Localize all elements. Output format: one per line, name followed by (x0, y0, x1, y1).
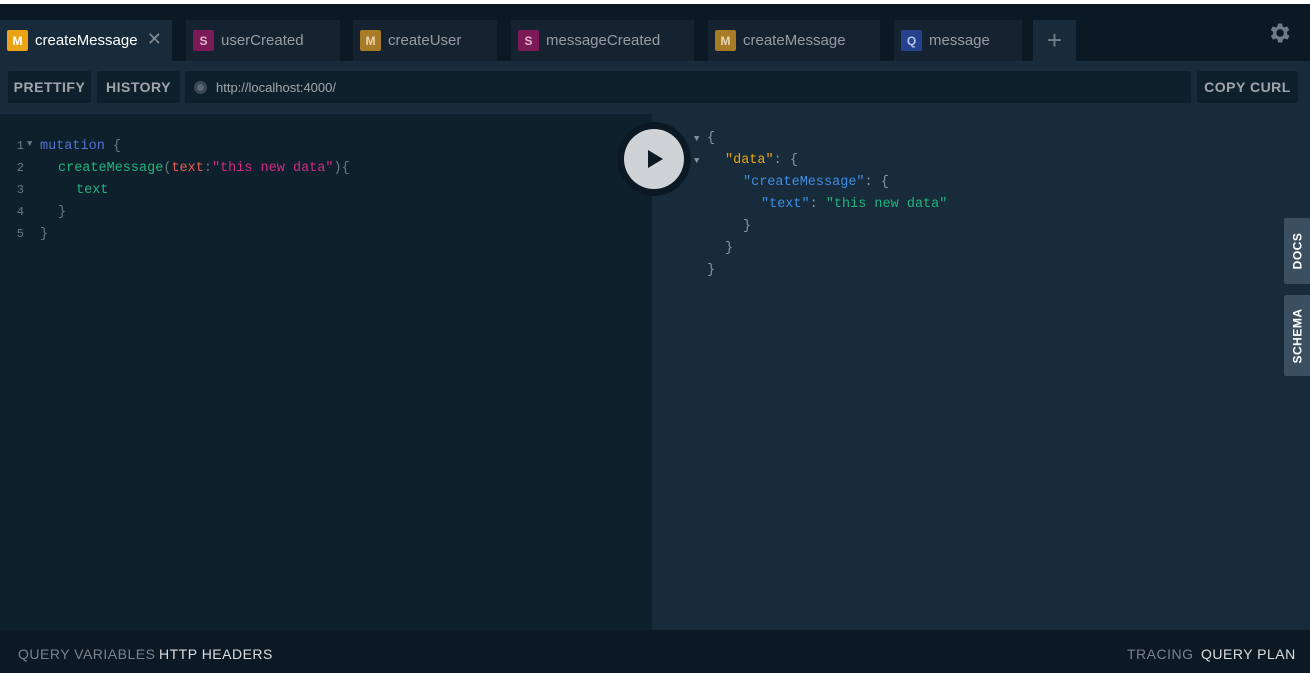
mutation-badge: M (360, 30, 381, 51)
tab-createMessage[interactable]: M createMessage (708, 20, 880, 61)
tab-label: messageCreated (546, 32, 661, 49)
argument-name: text (171, 161, 204, 176)
tab-messageCreated[interactable]: S messageCreated (511, 20, 694, 61)
json-brace: } (743, 219, 752, 234)
prettify-button[interactable]: PRETTIFY (8, 71, 91, 103)
json-brace: { (707, 131, 716, 146)
editor-line: 2 createMessage(text:"this new data"){ (0, 161, 652, 183)
json-key-createMessage: "createMessage" (743, 175, 865, 190)
json-colon: : (809, 197, 818, 212)
line-number: 2 (16, 161, 24, 175)
execute-button[interactable] (624, 129, 684, 189)
play-icon (648, 150, 663, 168)
gear-icon[interactable] (1266, 20, 1292, 46)
json-colon: : (773, 153, 782, 168)
string-value: "this new data" (211, 161, 334, 176)
field-name: text (76, 183, 109, 198)
fold-arrow-icon[interactable]: ▼ (694, 156, 699, 166)
field-name: createMessage (58, 161, 164, 176)
editor-line: 5 } (0, 227, 652, 249)
brace: { (112, 139, 122, 154)
tab-createUser[interactable]: M createUser (353, 20, 497, 61)
json-string-value: "this new data" (825, 197, 948, 212)
editor-line: 4 } (0, 205, 652, 227)
json-brace: } (707, 263, 716, 278)
history-button[interactable]: HISTORY (97, 71, 180, 103)
docs-label: DOCS (1290, 232, 1305, 270)
tab-label: createMessage (743, 32, 846, 49)
fold-arrow-icon[interactable]: ▼ (27, 139, 32, 149)
close-icon[interactable]: ✕ (147, 30, 162, 48)
json-key-text: "text" (761, 197, 810, 212)
json-brace: { (880, 175, 889, 190)
line-number: 1 (16, 139, 24, 153)
query-variables-tab[interactable]: QUERY VARIABLES (18, 646, 155, 662)
query-badge: Q (901, 30, 922, 51)
paren-brace: ){ (333, 161, 350, 176)
mutation-badge: M (7, 30, 28, 51)
tab-label: createMessage (35, 32, 138, 49)
bottom-bar: QUERY VARIABLES HTTP HEADERS TRACING QUE… (0, 630, 1310, 673)
json-colon: : (864, 175, 873, 190)
graphql-playground: M createMessage ✕ S userCreated M create… (0, 4, 1310, 673)
fold-arrow-icon[interactable]: ▼ (694, 134, 699, 144)
result-viewer[interactable]: ▼ { ▼ "data": { "createMessage": { "text… (652, 114, 1310, 630)
docs-tab[interactable]: DOCS (1284, 218, 1310, 284)
query-plan-tab[interactable]: QUERY PLAN (1201, 646, 1296, 662)
endpoint-url-input[interactable]: http://localhost:4000/ (185, 71, 1191, 103)
mutation-badge: M (715, 30, 736, 51)
json-key-data: "data" (725, 153, 774, 168)
tab-label: message (929, 32, 990, 49)
editor-line: 1 ▼ mutation { (0, 139, 652, 161)
colon: : (203, 161, 212, 176)
tab-userCreated[interactable]: S userCreated (186, 20, 340, 61)
subscription-badge: S (193, 30, 214, 51)
line-number: 5 (16, 227, 24, 241)
json-brace: { (789, 153, 798, 168)
plus-icon[interactable]: + (1033, 20, 1076, 61)
http-headers-tab[interactable]: HTTP HEADERS (159, 646, 273, 662)
schema-label: SCHEMA (1290, 307, 1305, 364)
tab-label: userCreated (221, 32, 304, 49)
tab-label: createUser (388, 32, 462, 49)
endpoint-url: http://localhost:4000/ (216, 79, 336, 95)
toolbar: PRETTIFY HISTORY http://localhost:4000/ … (0, 61, 1310, 114)
line-number: 4 (16, 205, 24, 219)
tab-bar: M createMessage ✕ S userCreated M create… (0, 4, 1310, 61)
editor-line: 3 text (0, 183, 652, 205)
status-dot-icon (194, 80, 207, 94)
brace: } (40, 227, 49, 242)
subscription-badge: S (518, 30, 539, 51)
query-editor[interactable]: 1 ▼ mutation { 2 createMessage(text:"thi… (0, 114, 652, 630)
line-number: 3 (16, 183, 24, 197)
json-brace: } (725, 241, 734, 256)
tab-createMessage-active[interactable]: M createMessage ✕ (0, 20, 172, 61)
brace: } (58, 205, 67, 220)
tab-message[interactable]: Q message (894, 20, 1022, 61)
keyword: mutation (40, 139, 105, 154)
copy-curl-button[interactable]: COPY CURL (1197, 71, 1298, 103)
schema-tab[interactable]: SCHEMA (1284, 295, 1310, 376)
tracing-tab[interactable]: TRACING (1127, 646, 1194, 662)
